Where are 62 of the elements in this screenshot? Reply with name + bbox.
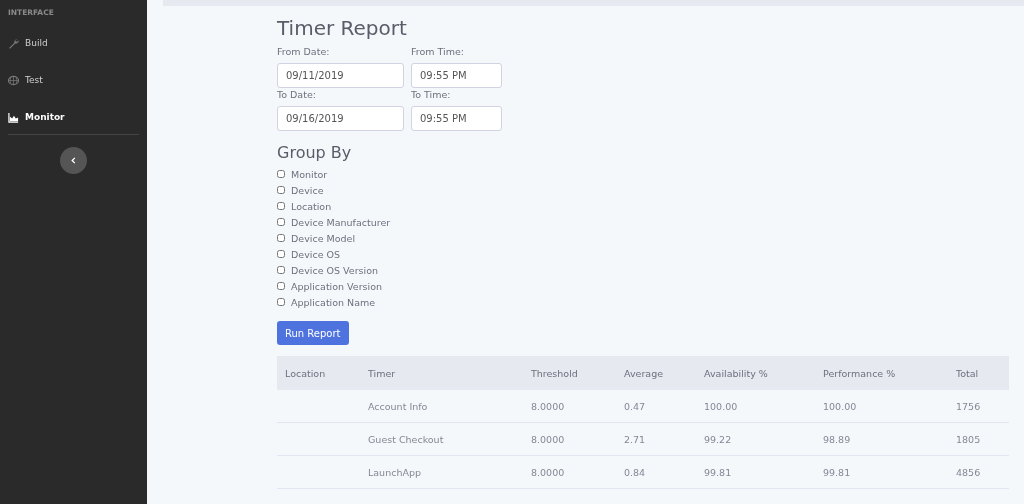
column-header: Availability % — [696, 356, 815, 390]
table-cell: 8.0000 — [531, 400, 565, 412]
checkbox[interactable] — [277, 170, 285, 178]
checkbox[interactable] — [277, 218, 285, 226]
checkbox-label: Device OS Version — [291, 264, 378, 276]
table-cell: 4856 — [956, 466, 981, 478]
time-field[interactable]: 09:55 PM — [411, 106, 502, 131]
checkbox[interactable] — [277, 186, 285, 194]
checkbox-label: Device Manufacturer — [291, 216, 391, 228]
table-cell: 99.81 — [823, 466, 851, 478]
checkbox[interactable] — [277, 250, 285, 258]
checkbox-label: Device OS — [291, 248, 341, 260]
table-cell: 100.00 — [823, 400, 857, 412]
table-cell: 99.81 — [704, 466, 732, 478]
column-header: Performance % — [815, 356, 948, 390]
table-cell: Account Info — [368, 400, 428, 412]
column-header: Location — [277, 356, 360, 390]
date-field[interactable]: 09/11/2019 — [277, 63, 404, 88]
checkbox-label: Location — [291, 200, 332, 212]
sidebar-item[interactable]: Build — [8, 31, 48, 55]
section-title: Group By — [277, 143, 353, 162]
time-field[interactable]: 09:55 PM — [411, 63, 502, 88]
run-report-button[interactable]: Run Report — [277, 321, 349, 345]
checkbox-label: Application Name — [291, 296, 376, 308]
field-label: From Date: — [277, 46, 331, 57]
table-cell: 2.71 — [624, 433, 646, 445]
table-cell: 99.22 — [704, 433, 732, 445]
table-cell: Guest Checkout — [368, 433, 444, 445]
column-header: Average — [616, 356, 696, 390]
checkbox[interactable] — [277, 202, 285, 210]
column-header: Timer — [360, 356, 523, 390]
table-cell: 1805 — [956, 433, 981, 445]
checkbox[interactable] — [277, 282, 285, 290]
checkbox-label: Device — [291, 184, 324, 196]
checkbox[interactable] — [277, 266, 285, 274]
globe-icon — [8, 74, 19, 86]
field-label: To Time: — [411, 89, 452, 100]
collapse-button[interactable] — [60, 147, 87, 174]
table-cell: LaunchApp — [368, 466, 421, 478]
date-field[interactable]: 09/16/2019 — [277, 106, 404, 131]
table-cell: 1756 — [956, 400, 981, 412]
checkbox-label: Monitor — [291, 168, 328, 180]
column-header: Total — [948, 356, 1009, 390]
table-cell: 8.0000 — [531, 433, 565, 445]
page-title: Timer Report — [277, 16, 408, 40]
area-chart-icon — [8, 111, 19, 123]
table-cell: 98.89 — [823, 433, 851, 445]
column-header: Threshold — [523, 356, 616, 390]
table-cell: 100.00 — [704, 400, 738, 412]
table-cell: 8.0000 — [531, 466, 565, 478]
checkbox-label: Application Version — [291, 280, 383, 292]
wrench-icon — [8, 37, 19, 49]
table-cell: 0.84 — [624, 466, 646, 478]
checkbox[interactable] — [277, 298, 285, 306]
sidebar-item[interactable]: Monitor — [8, 105, 65, 129]
table-cell: 0.47 — [624, 400, 646, 412]
field-label: From Time: — [411, 46, 465, 57]
sidebar-item[interactable]: Test — [8, 68, 43, 92]
checkbox[interactable] — [277, 234, 285, 242]
checkbox-label: Device Model — [291, 232, 356, 244]
chevron-left-icon — [70, 157, 77, 164]
field-label: To Date: — [277, 89, 317, 100]
